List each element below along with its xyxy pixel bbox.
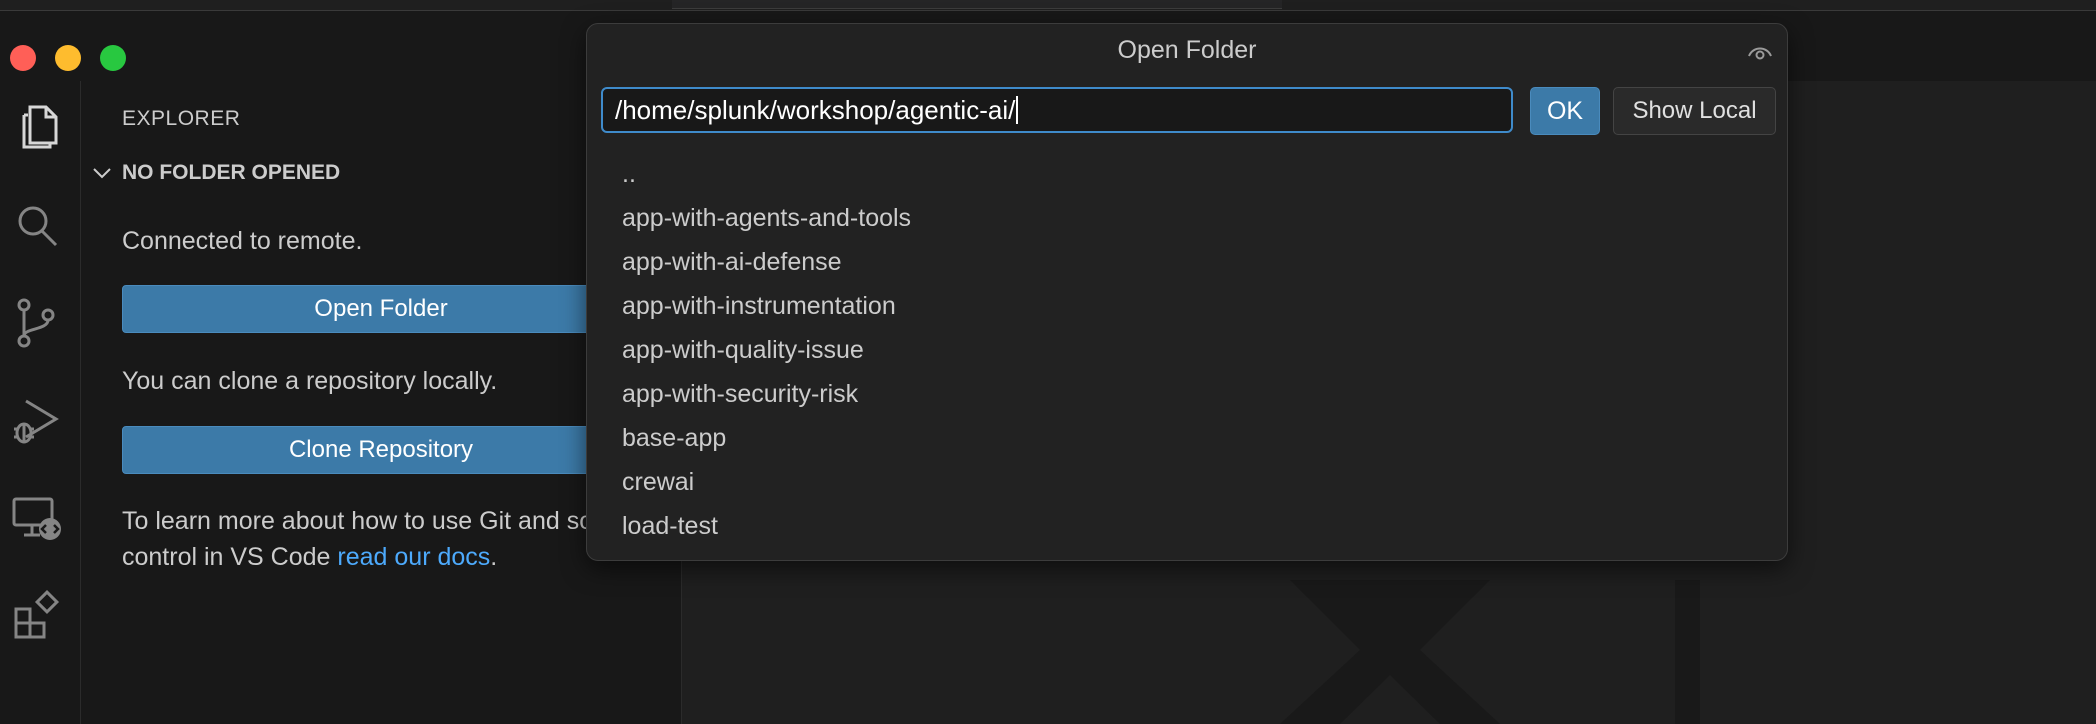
zoom-window-button[interactable] (100, 45, 126, 71)
files-icon[interactable] (10, 99, 66, 155)
minimize-window-button[interactable] (55, 45, 81, 71)
eye-icon[interactable] (1747, 40, 1773, 66)
list-item[interactable]: app-with-agents-and-tools (587, 196, 1787, 240)
read-docs-link[interactable]: read our docs (337, 543, 490, 571)
learn-more-end: . (490, 543, 498, 571)
close-window-button[interactable] (10, 45, 36, 71)
list-item[interactable]: app-with-instrumentation (587, 284, 1787, 328)
open-folder-button[interactable]: Open Folder (122, 285, 640, 333)
folder-path-input[interactable]: /home/splunk/workshop/agentic-ai/ (601, 87, 1513, 133)
extensions-icon[interactable] (10, 589, 66, 645)
run-debug-icon[interactable] (10, 393, 66, 449)
list-item[interactable]: app-with-quality-issue (587, 328, 1787, 372)
section-label: NO FOLDER OPENED (122, 161, 341, 184)
list-item[interactable]: app-with-security-risk (587, 372, 1787, 416)
list-item[interactable]: app-with-ai-defense (587, 240, 1787, 284)
list-item[interactable]: .. (587, 152, 1787, 196)
sidebar-title: EXPLORER (122, 107, 241, 130)
chevron-down-icon (93, 168, 111, 179)
ok-button[interactable]: OK (1530, 87, 1600, 135)
no-folder-section-header[interactable]: NO FOLDER OPENED (91, 161, 340, 185)
folder-path-value: /home/splunk/workshop/agentic-ai/ (615, 94, 1016, 125)
search-icon[interactable] (10, 197, 66, 253)
vscode-watermark-icon (1280, 580, 1700, 724)
list-item[interactable]: base-app (587, 416, 1787, 460)
open-folder-dialog: Open Folder /home/splunk/workshop/agenti… (586, 23, 1788, 561)
activity-bar (0, 81, 81, 724)
show-local-button[interactable]: Show Local (1613, 87, 1776, 135)
remote-explorer-icon[interactable] (10, 491, 66, 547)
clone-repository-button[interactable]: Clone Repository (122, 426, 640, 474)
source-control-icon[interactable] (10, 295, 66, 351)
top-strip (0, 0, 2096, 10)
folder-list: .. app-with-agents-and-tools app-with-ai… (587, 152, 1787, 548)
list-item[interactable]: crewai (587, 460, 1787, 504)
text-caret (1016, 96, 1019, 124)
dialog-title: Open Folder (1117, 36, 1257, 64)
list-item[interactable]: load-test (587, 504, 1787, 548)
top-tab (672, 0, 1282, 9)
